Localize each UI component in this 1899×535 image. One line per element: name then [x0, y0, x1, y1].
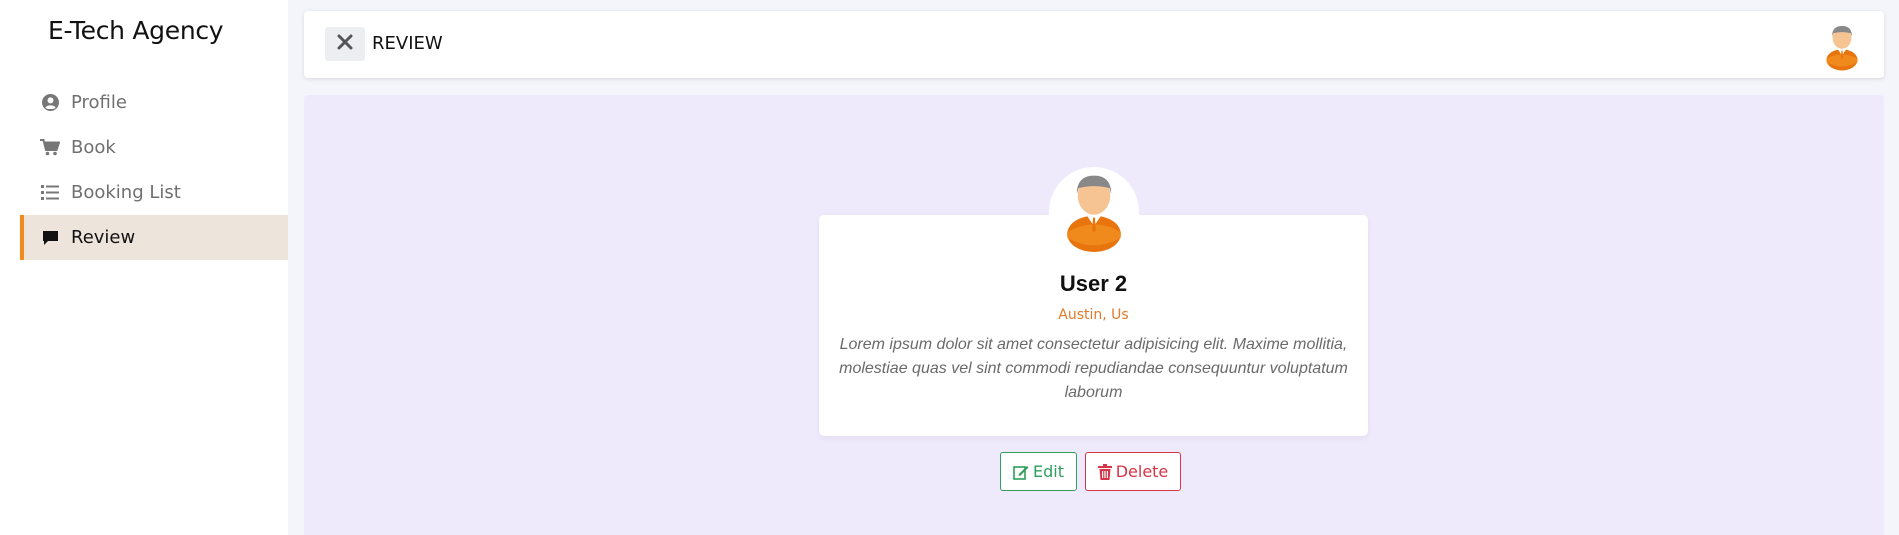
sidebar-item-label: Booking List	[71, 182, 181, 203]
sidebar-item-label: Book	[71, 137, 116, 158]
sidebar-nav: Profile Book Booking List Review	[20, 80, 288, 260]
delete-button[interactable]: Delete	[1085, 452, 1181, 491]
list-icon	[40, 183, 60, 203]
sidebar-item-label: Review	[71, 227, 136, 248]
trash-icon	[1097, 463, 1112, 480]
page-title: REVIEW	[372, 33, 443, 54]
close-icon	[337, 34, 353, 55]
sidebar: E-Tech Agency Profile Book Booking List …	[0, 0, 288, 535]
user-avatar-icon[interactable]	[1819, 21, 1865, 71]
reviewer-avatar	[1049, 167, 1139, 257]
sidebar-item-booking-list[interactable]: Booking List	[20, 170, 288, 215]
cart-icon	[40, 138, 60, 158]
user-avatar-icon	[1054, 167, 1134, 258]
main-panel: User 2 Austin, Us Lorem ipsum dolor sit …	[304, 95, 1884, 535]
edit-label: Edit	[1033, 462, 1064, 481]
review-text: Lorem ipsum dolor sit amet consectetur a…	[839, 336, 1348, 401]
edit-button[interactable]: Edit	[1000, 452, 1077, 491]
delete-label: Delete	[1115, 462, 1169, 481]
comment-icon	[40, 228, 60, 248]
review-user-location: Austin, Us	[1058, 307, 1129, 323]
sidebar-item-profile[interactable]: Profile	[20, 80, 288, 125]
review-user-name: User 2	[1059, 271, 1128, 296]
sidebar-item-book[interactable]: Book	[20, 125, 288, 170]
sidebar-item-label: Profile	[71, 92, 127, 113]
brand-title: E-Tech Agency	[48, 16, 224, 45]
sidebar-item-review[interactable]: Review	[20, 215, 288, 260]
edit-icon	[1013, 464, 1029, 480]
user-circle-icon	[40, 93, 60, 113]
top-header: REVIEW	[304, 11, 1884, 78]
close-button[interactable]	[325, 27, 365, 61]
